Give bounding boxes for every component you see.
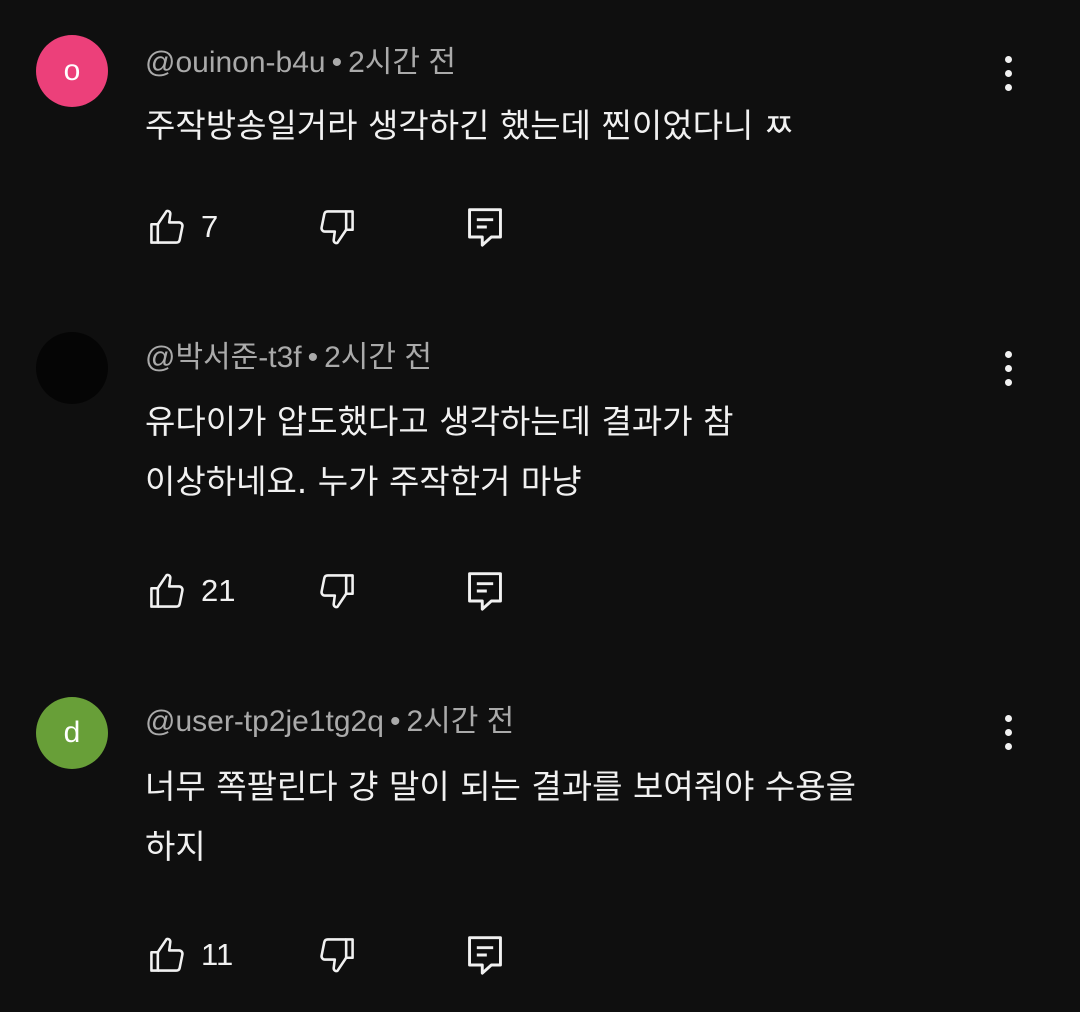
reply-button[interactable] <box>465 930 505 980</box>
comment-meta: @user-tp2je1tg2q • 2시간 전 <box>145 702 514 742</box>
more-vertical-icon[interactable] <box>988 707 1028 757</box>
comment-item: d @user-tp2je1tg2q • 2시간 전 너무 쪽팔린다 걍 말이 되는… <box>0 0 1080 1012</box>
dislike-button[interactable] <box>315 930 359 980</box>
thumbs-up-icon <box>150 937 184 972</box>
comment-text: 너무 쪽팔린다 걍 말이 되는 결과를 보여줘야 수용을 하지 <box>145 767 856 866</box>
like-button[interactable]: 11 <box>145 930 233 980</box>
reply-comment-icon <box>468 936 502 975</box>
avatar[interactable]: d <box>36 697 108 769</box>
comment-time: 2시간 전 <box>406 705 515 738</box>
comment-author[interactable]: @user-tp2je1tg2q <box>145 705 384 738</box>
avatar-letter: d <box>63 716 81 749</box>
like-count: 11 <box>201 937 234 972</box>
comment-actions: 11 <box>145 930 545 980</box>
meta-separator: • <box>389 705 401 738</box>
thumbs-down-icon <box>320 938 354 973</box>
